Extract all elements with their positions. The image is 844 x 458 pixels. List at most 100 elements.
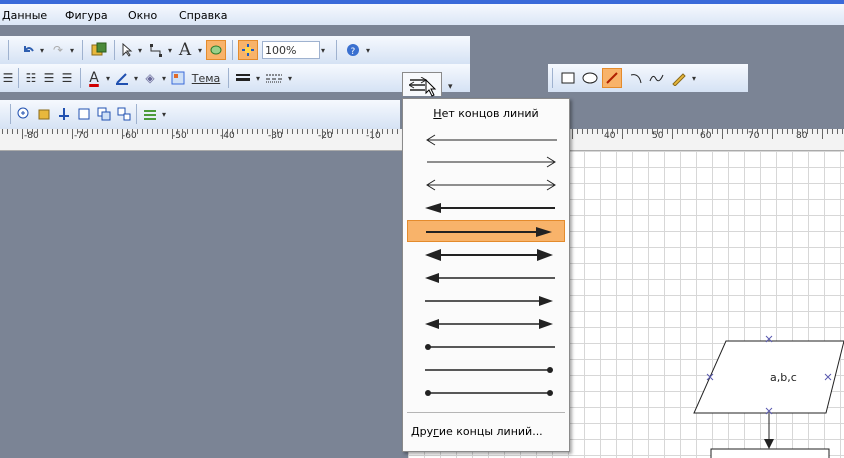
pointer-dropdown-icon[interactable]: ▾ <box>136 42 144 58</box>
ruler-tick <box>172 129 173 139</box>
ruler-tick <box>332 129 333 134</box>
line-color-icon[interactable] <box>114 70 130 86</box>
line-pattern-icon[interactable] <box>264 70 284 86</box>
connector-tool-icon[interactable] <box>148 42 164 58</box>
font-color-icon[interactable]: A <box>86 70 102 86</box>
zoom-in-icon[interactable] <box>16 106 32 122</box>
align-right-icon[interactable]: ☰ <box>2 70 14 86</box>
line-weight-icon[interactable] <box>234 70 252 86</box>
layers-icon[interactable] <box>142 106 158 122</box>
line-end-option[interactable] <box>407 151 565 173</box>
io-shape[interactable] <box>693 340 844 414</box>
ruler-tick <box>392 129 393 134</box>
line-ends-button[interactable] <box>402 72 442 97</box>
line-end-option[interactable] <box>407 359 565 381</box>
ruler-tick <box>197 129 198 134</box>
view-toolbar-options-icon[interactable]: ▾ <box>160 106 168 122</box>
ruler-tick <box>617 129 618 134</box>
decrease-indent-icon[interactable]: ☰ <box>42 70 56 86</box>
ruler-tick <box>752 129 753 134</box>
increase-indent-icon[interactable]: ☰ <box>60 70 74 86</box>
ruler-tick <box>807 129 808 134</box>
line-pattern-dropdown-icon[interactable]: ▾ <box>286 70 294 86</box>
more-line-ends-item[interactable]: Другие концы линий... <box>411 425 571 438</box>
font-color-dropdown-icon[interactable]: ▾ <box>104 70 112 86</box>
arc-tool-icon[interactable] <box>628 70 644 86</box>
menu-data[interactable]: Данные <box>2 9 47 22</box>
ellipse-tool-icon[interactable] <box>582 70 598 86</box>
pencil-tool-icon[interactable] <box>670 70 688 86</box>
format-toolbar: ☰ ☷ ☰ ☰ A ▾ ▾ ◈ ▾ Тема ▾ ▾ <box>0 64 470 92</box>
connector-dropdown-icon[interactable]: ▾ <box>166 42 174 58</box>
lasso-tool-icon[interactable] <box>206 40 226 60</box>
bullets-icon[interactable]: ☷ <box>24 70 38 86</box>
zoom-dropdown-icon[interactable]: ▾ <box>318 42 328 58</box>
text-tool-icon[interactable]: A <box>176 40 194 60</box>
undo-icon[interactable] <box>20 42 36 58</box>
line-end-option[interactable] <box>407 174 565 196</box>
line-end-option[interactable] <box>407 313 565 335</box>
ruler-tick <box>687 129 688 134</box>
ruler-tick <box>707 129 708 134</box>
ruler-tick <box>612 129 613 134</box>
ruler-tick <box>327 129 328 134</box>
undo-dropdown-icon[interactable]: ▾ <box>38 42 46 58</box>
line-end-option-selected[interactable] <box>407 220 565 242</box>
pan-zoom-icon[interactable] <box>238 40 258 60</box>
line-ends-dropdown-icon[interactable]: ▾ <box>448 82 453 92</box>
text-block-icon[interactable] <box>76 106 92 122</box>
connection-point-icon[interactable] <box>56 106 72 122</box>
menu-shape[interactable]: Фигура <box>65 9 108 22</box>
ruler-tick <box>572 129 573 139</box>
group-icon[interactable] <box>96 106 112 122</box>
canvas-background <box>0 151 420 458</box>
ruler-tick <box>72 129 73 139</box>
redo-dropdown-icon[interactable]: ▾ <box>68 42 76 58</box>
line-end-option[interactable] <box>407 336 565 358</box>
ruler-tick <box>32 129 33 134</box>
no-line-ends-item[interactable]: Нет концов линий <box>403 107 569 120</box>
line-color-dropdown-icon[interactable]: ▾ <box>132 70 140 86</box>
line-tool-icon[interactable] <box>602 68 622 88</box>
freeform-tool-icon[interactable] <box>648 70 666 86</box>
ruler-tick <box>637 129 638 134</box>
menu-window[interactable]: Окно <box>128 9 157 22</box>
line-end-option[interactable] <box>407 267 565 289</box>
ruler-tick <box>362 129 363 134</box>
toolbar-options-icon[interactable]: ▾ <box>364 42 372 58</box>
ruler-tick <box>87 129 88 134</box>
line-weight-dropdown-icon[interactable]: ▾ <box>254 70 262 86</box>
rectangle-tool-icon[interactable] <box>560 70 576 86</box>
ruler-tick <box>237 129 238 134</box>
process-shape[interactable] <box>710 448 830 458</box>
line-end-option[interactable] <box>407 382 565 404</box>
ruler-tick <box>342 129 343 134</box>
fill-color-icon[interactable]: ◈ <box>142 70 158 86</box>
ruler-tick <box>112 129 113 134</box>
ruler-tick <box>822 129 823 139</box>
theme-icon[interactable] <box>170 70 186 86</box>
theme-button[interactable]: Тема <box>188 70 224 86</box>
line-end-option[interactable] <box>407 129 565 151</box>
shape-data-icon[interactable] <box>36 106 52 122</box>
ruler-tick <box>217 129 218 134</box>
ruler-tick <box>152 129 153 134</box>
fill-color-dropdown-icon[interactable]: ▾ <box>160 70 168 86</box>
zoom-input[interactable]: 100% <box>262 41 320 59</box>
help-icon[interactable]: ? <box>344 42 362 58</box>
shapes-icon[interactable] <box>90 42 108 58</box>
line-end-option[interactable] <box>407 290 565 312</box>
ungroup-icon[interactable] <box>116 106 132 122</box>
text-dropdown-icon[interactable]: ▾ <box>196 42 204 58</box>
ruler-tick <box>802 129 803 134</box>
redo-icon[interactable]: ↷ <box>50 42 66 58</box>
ruler-tick <box>292 129 293 134</box>
ruler-tick <box>747 129 748 134</box>
line-end-option[interactable] <box>407 197 565 219</box>
ruler-tick <box>662 129 663 134</box>
pointer-tool-icon[interactable] <box>120 42 134 58</box>
line-end-option[interactable] <box>407 244 565 266</box>
menu-help[interactable]: Справка <box>179 9 227 22</box>
drawing-toolbar-options-icon[interactable]: ▾ <box>690 70 698 86</box>
ruler-tick <box>837 129 838 134</box>
